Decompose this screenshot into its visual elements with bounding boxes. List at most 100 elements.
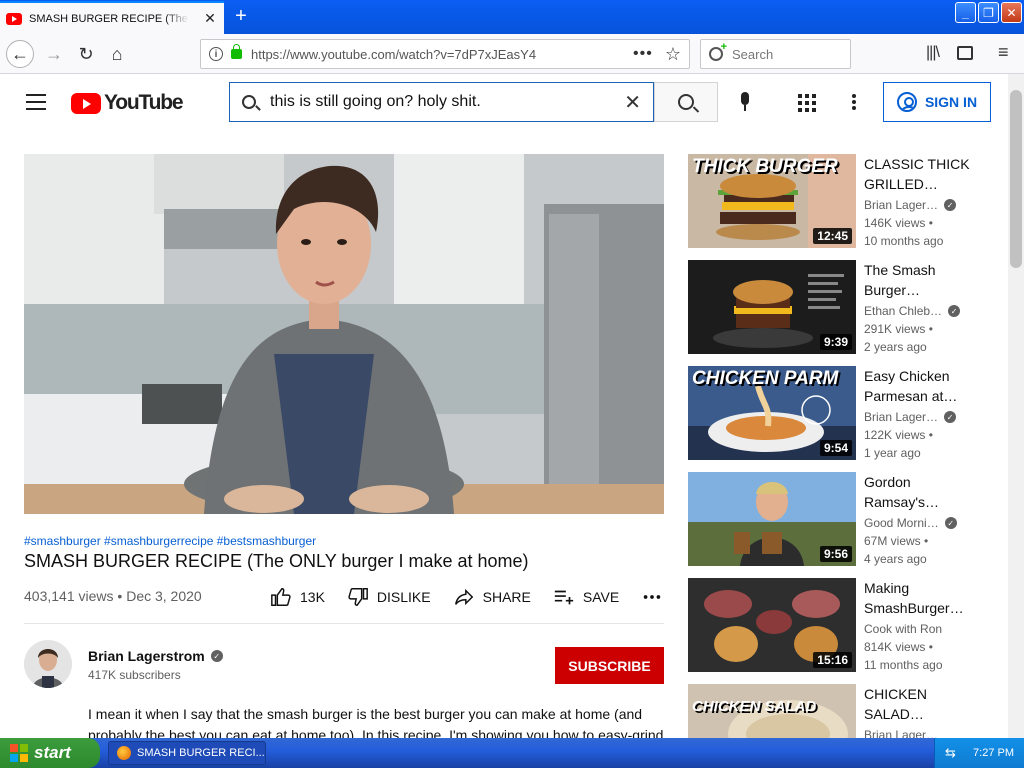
clear-search-icon[interactable]: ✕	[624, 90, 641, 115]
network-icon[interactable]: ⇆	[945, 745, 956, 761]
recommended-views: 814K views •	[864, 640, 933, 654]
recommended-channel: Brian Lager…	[864, 728, 938, 738]
recommended-channel-name: Ethan Chleb…	[864, 304, 943, 318]
apps-grid-icon[interactable]	[798, 94, 816, 112]
recommended-title[interactable]: Making SmashBurger…	[864, 578, 970, 618]
save-button[interactable]: SAVE	[553, 586, 619, 608]
video-thumbnail[interactable]: THICK BURGER 12:45	[688, 154, 856, 248]
tab-title: SMASH BURGER RECIPE (The ONLY burger I m…	[29, 12, 189, 25]
search-icon	[678, 94, 694, 110]
video-duration: 15:16	[813, 652, 852, 668]
restore-button[interactable]: ❐	[978, 2, 999, 23]
back-arrow-icon[interactable]: ←	[6, 40, 34, 68]
thumbs-up-icon	[271, 588, 291, 606]
recommended-title[interactable]: Gordon Ramsay's…	[864, 472, 970, 512]
video-meta: 403,141 views • Dec 3, 2020	[24, 588, 202, 604]
dislike-button[interactable]: DISLIKE	[347, 586, 431, 608]
account-icon	[896, 92, 917, 112]
subscribe-button[interactable]: SUBSCRIBE	[555, 647, 664, 684]
recommended-age: 11 months ago	[864, 658, 943, 672]
browser-tab[interactable]: SMASH BURGER RECIPE (The ONLY burger I m…	[0, 1, 224, 34]
page-scrollbar[interactable]	[1008, 74, 1024, 738]
video-thumbnail[interactable]: CHICKEN SALAD	[688, 684, 856, 738]
recommended-title[interactable]: The Smash Burger…	[864, 260, 970, 300]
verified-check-icon: ✓	[948, 305, 961, 317]
close-tab-icon[interactable]: ✕	[202, 10, 218, 27]
search-query[interactable]: this is still going on? holy shit.	[270, 93, 624, 111]
share-button[interactable]: SHARE	[453, 586, 531, 608]
recommended-channel: Good Morni… ✓	[864, 516, 957, 530]
recommended-views: 291K views •	[864, 322, 933, 336]
search-button[interactable]	[654, 82, 718, 122]
verified-check-icon: ✓	[944, 411, 957, 423]
video-thumbnail[interactable]: 15:16	[688, 578, 856, 672]
recommended-age: 10 months ago	[864, 234, 944, 248]
sign-in-button[interactable]: SIGN IN	[883, 82, 991, 122]
taskbar-firefox-item[interactable]: SMASH BURGER RECI...	[108, 741, 266, 765]
browser-search-input[interactable]: Search	[700, 39, 851, 69]
recommended-video[interactable]: 9:39 The Smash Burger… Ethan Chleb… ✓ 291…	[688, 260, 988, 366]
youtube-search-input[interactable]: this is still going on? holy shit. ✕	[229, 82, 654, 122]
microphone-icon[interactable]	[738, 92, 752, 114]
video-hashtags[interactable]: #smashburger #smashburgerrecipe #bestsma…	[24, 534, 316, 548]
recommended-title[interactable]: Easy Chicken Parmesan at…	[864, 366, 970, 406]
home-icon[interactable]: ⌂	[103, 40, 131, 68]
reload-icon[interactable]: ↻	[72, 40, 100, 68]
recommended-video[interactable]: CHICKEN SALAD CHICKEN SALAD… Brian Lager…	[688, 684, 988, 738]
recommended-channel-name: Brian Lager…	[864, 728, 939, 738]
site-info-icon[interactable]: i	[209, 47, 223, 61]
recommendations-sidebar: THICK BURGER 12:45 CLASSIC THICK GRILLED…	[688, 154, 988, 738]
recommended-video[interactable]: THICK BURGER 12:45 CLASSIC THICK GRILLED…	[688, 154, 988, 260]
recommended-video[interactable]: 9:56 Gordon Ramsay's… Good Morni… ✓ 67M v…	[688, 472, 988, 578]
windows-flag-icon	[10, 744, 28, 762]
video-player[interactable]	[24, 154, 664, 514]
channel-avatar[interactable]	[24, 640, 72, 688]
start-button[interactable]: start	[0, 738, 100, 768]
recommended-views: 67M views •	[864, 534, 929, 548]
firefox-icon	[117, 746, 131, 760]
recommended-age: 2 years ago	[864, 340, 927, 354]
window-controls: _ ❐ ✕	[955, 2, 1022, 23]
recommended-video[interactable]: 15:16 Making SmashBurger… Cook with Ron …	[688, 578, 988, 684]
url-bar[interactable]: i https://www.youtube.com/watch?v=7dP7xJ…	[200, 39, 690, 69]
video-thumbnail[interactable]: CHICKEN PARM 9:54	[688, 366, 856, 460]
recommended-title[interactable]: CLASSIC THICK GRILLED…	[864, 154, 970, 194]
recommended-title[interactable]: CHICKEN SALAD…	[864, 684, 970, 724]
url-text[interactable]: https://www.youtube.com/watch?v=7dP7xJEa…	[251, 47, 536, 62]
recommended-channel: Ethan Chleb… ✓	[864, 304, 961, 318]
youtube-favicon-icon	[6, 12, 22, 25]
search-placeholder: Search	[732, 46, 774, 62]
library-icon[interactable]: |||\	[926, 44, 940, 62]
scrollbar-thumb[interactable]	[1010, 90, 1022, 268]
minimize-button[interactable]: _	[955, 2, 976, 23]
recommended-video[interactable]: CHICKEN PARM 9:54 Easy Chicken Parmesan …	[688, 366, 988, 472]
verified-check-icon: ✓	[944, 517, 957, 529]
video-thumbnail[interactable]: 9:39	[688, 260, 856, 354]
youtube-header: YouTube this is still going on? holy shi…	[0, 74, 1008, 130]
more-actions-button[interactable]	[641, 586, 663, 608]
youtube-logo[interactable]: YouTube	[71, 91, 184, 115]
settings-kebab-icon[interactable]	[852, 94, 856, 110]
clock[interactable]: 7:27 PM	[973, 747, 1014, 759]
recommended-channel-name: Cook with Ron	[864, 622, 943, 636]
sidebar-icon[interactable]	[957, 46, 973, 60]
avatar-image	[24, 640, 72, 688]
forward-arrow-icon[interactable]: →	[40, 40, 68, 68]
channel-name-text[interactable]: Brian Lagerstrom	[88, 648, 205, 664]
browser-titlebar: SMASH BURGER RECIPE (The ONLY burger I m…	[0, 0, 1024, 34]
guide-menu-icon[interactable]	[26, 94, 46, 110]
close-window-button[interactable]: ✕	[1001, 2, 1022, 23]
lock-icon	[231, 44, 242, 59]
new-tab-plus-icon[interactable]: +	[230, 6, 252, 28]
subscriber-count: 417K subscribers	[88, 668, 181, 682]
menu-hamburger-icon[interactable]: ≡	[998, 42, 1009, 63]
thumbnail-caption: CHICKEN PARM	[692, 368, 839, 389]
like-button[interactable]: 13K	[270, 586, 325, 608]
video-duration: 9:54	[819, 440, 852, 456]
view-count: 403,141 views	[24, 588, 114, 604]
page-actions-icon[interactable]: •••	[633, 45, 653, 63]
bookmark-star-icon[interactable]: ☆	[665, 44, 681, 65]
video-duration: 12:45	[813, 228, 852, 244]
video-thumbnail[interactable]: 9:56	[688, 472, 856, 566]
channel-name[interactable]: Brian Lagerstrom ✓	[88, 648, 223, 664]
